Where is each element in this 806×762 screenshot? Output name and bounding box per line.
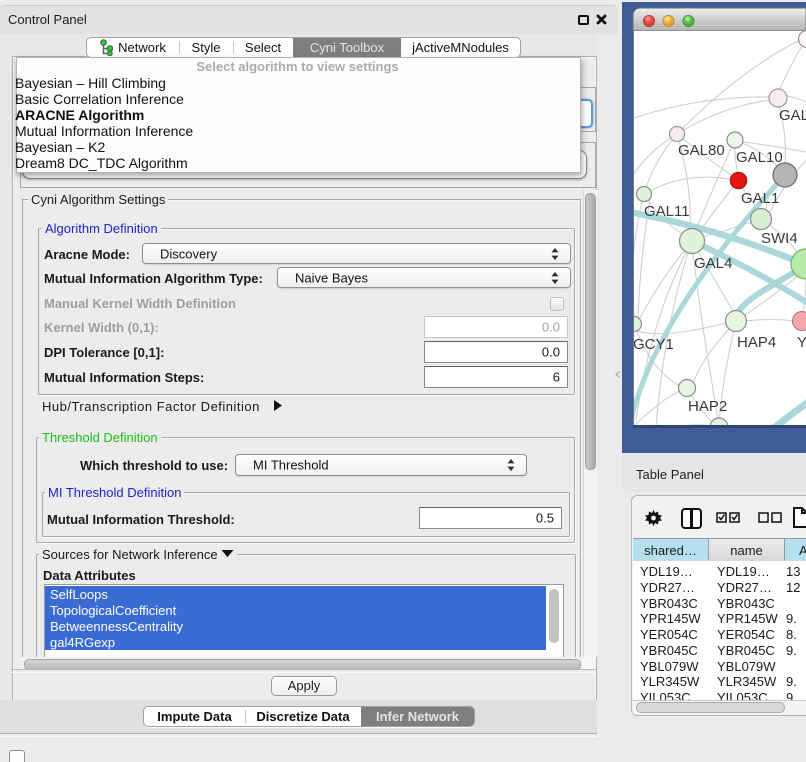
svg-text:GAL1: GAL1 — [741, 190, 779, 207]
svg-text:GCY1: GCY1 — [633, 336, 674, 353]
svg-text:SWI4: SWI4 — [761, 230, 798, 247]
svg-text:HAP2: HAP2 — [688, 398, 727, 415]
svg-text:YM: YM — [797, 334, 806, 351]
svg-text:GAL11: GAL11 — [644, 203, 690, 220]
svg-text:GAL10: GAL10 — [736, 149, 783, 166]
svg-text:GAL4: GAL4 — [694, 255, 732, 272]
svg-text:HAP4: HAP4 — [737, 334, 776, 351]
svg-text:GAL2: GAL2 — [779, 107, 806, 124]
svg-text:GAL80: GAL80 — [678, 142, 725, 159]
